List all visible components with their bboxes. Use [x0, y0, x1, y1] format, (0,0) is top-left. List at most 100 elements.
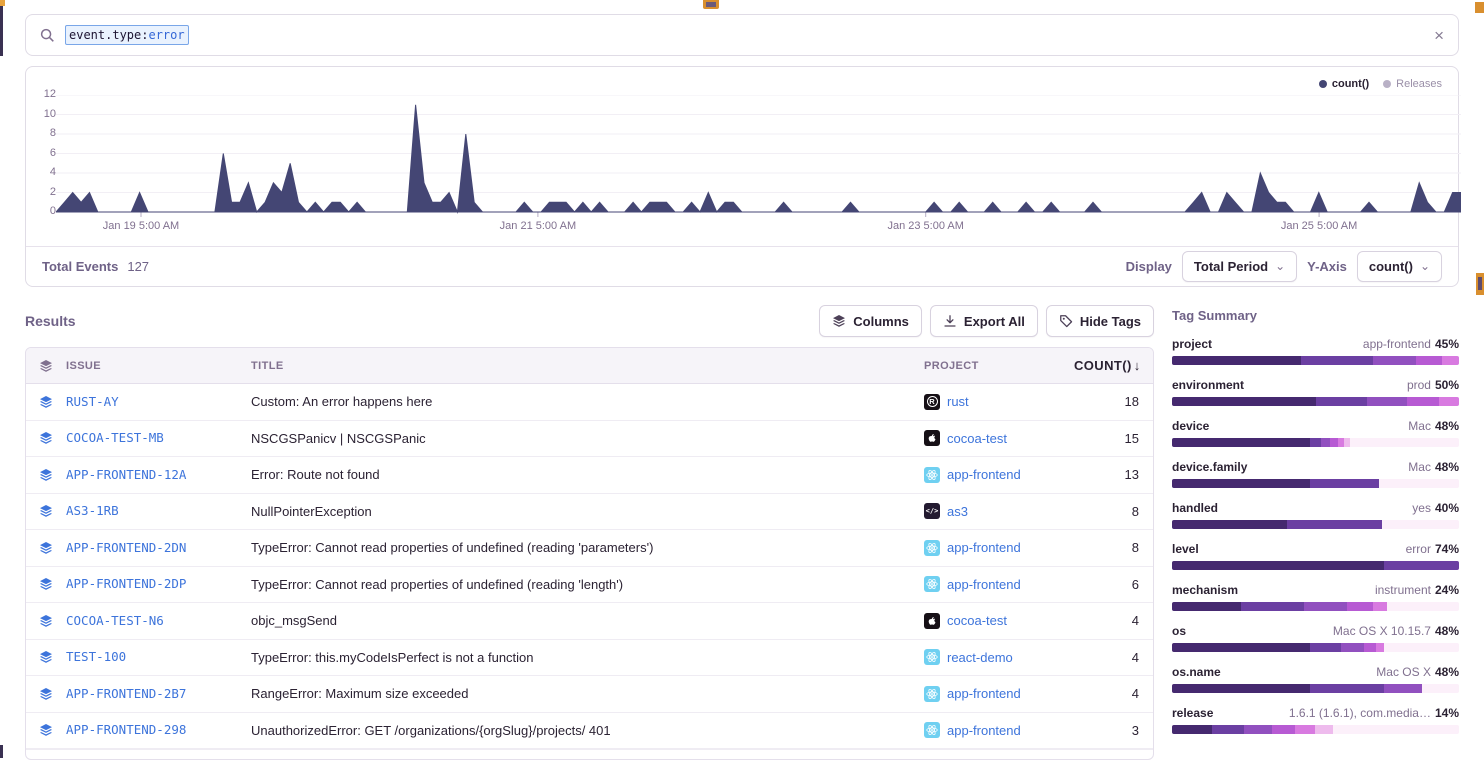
- tag-bar-segment[interactable]: [1315, 725, 1332, 734]
- tag-bar-segment[interactable]: [1373, 602, 1387, 611]
- legend-item-count[interactable]: count(): [1319, 78, 1369, 90]
- tag-bar-segment[interactable]: [1384, 561, 1459, 570]
- issue-link[interactable]: COCOA-TEST-MB: [66, 430, 164, 445]
- tag-bar-segment[interactable]: [1172, 438, 1310, 447]
- tag-bar-segment[interactable]: [1384, 684, 1421, 693]
- tag-bar-segment[interactable]: [1376, 643, 1385, 652]
- project-link[interactable]: app-frontend: [947, 467, 1021, 482]
- tag-bar-segment[interactable]: [1295, 725, 1315, 734]
- project-link[interactable]: app-frontend: [947, 686, 1021, 701]
- tag-distribution-bar[interactable]: [1172, 684, 1459, 693]
- column-header-issue[interactable]: ISSUE: [66, 360, 251, 372]
- project-link[interactable]: as3: [947, 504, 968, 519]
- tag-bar-segment[interactable]: [1172, 602, 1241, 611]
- stack-icon[interactable]: [26, 468, 66, 482]
- columns-button[interactable]: Columns: [819, 305, 922, 337]
- issue-link[interactable]: RUST-AY: [66, 394, 119, 409]
- stack-icon[interactable]: [26, 577, 66, 591]
- tag-bar-segment[interactable]: [1310, 643, 1342, 652]
- stack-icon[interactable]: [26, 614, 66, 628]
- tag-bar-segment[interactable]: [1172, 725, 1212, 734]
- tag-distribution-bar[interactable]: [1172, 643, 1459, 652]
- project-link[interactable]: rust: [947, 394, 969, 409]
- column-header-count[interactable]: COUNT()↓: [1074, 358, 1153, 373]
- tag-distribution-bar[interactable]: [1172, 520, 1459, 529]
- tag-bar-segment[interactable]: [1341, 643, 1364, 652]
- tag-bar-segment[interactable]: [1407, 397, 1439, 406]
- tag-distribution-bar[interactable]: [1172, 356, 1459, 365]
- tag-bar-segment[interactable]: [1212, 725, 1244, 734]
- tag-bar-segment[interactable]: [1172, 356, 1301, 365]
- tag-bar-segment[interactable]: [1304, 602, 1347, 611]
- tag-distribution-bar[interactable]: [1172, 479, 1459, 488]
- project-link[interactable]: app-frontend: [947, 577, 1021, 592]
- column-header-project[interactable]: PROJECT: [924, 360, 1074, 372]
- hide-tags-button[interactable]: Hide Tags: [1046, 305, 1154, 337]
- issue-link[interactable]: APP-FRONTEND-2DN: [66, 540, 186, 555]
- tag-bar-segment[interactable]: [1172, 520, 1287, 529]
- stack-icon[interactable]: [26, 431, 66, 445]
- stack-icon[interactable]: [26, 687, 66, 701]
- tag-bar-segment[interactable]: [1310, 684, 1385, 693]
- tag-bar-segment[interactable]: [1364, 643, 1375, 652]
- chart-legend[interactable]: count() Releases: [1319, 78, 1442, 90]
- tag-bar-segment[interactable]: [1241, 602, 1304, 611]
- project-link[interactable]: app-frontend: [947, 723, 1021, 738]
- tag-bar-other-segment[interactable]: [1384, 643, 1459, 652]
- project-link[interactable]: cocoa-test: [947, 613, 1007, 628]
- tag-bar-other-segment[interactable]: [1382, 520, 1459, 529]
- tag-bar-segment[interactable]: [1442, 356, 1459, 365]
- column-header-title[interactable]: TITLE: [251, 360, 924, 372]
- events-area-chart[interactable]: [56, 95, 1461, 217]
- stack-icon[interactable]: [26, 723, 66, 737]
- project-link[interactable]: cocoa-test: [947, 431, 1007, 446]
- tag-bar-segment[interactable]: [1172, 684, 1310, 693]
- tag-bar-segment[interactable]: [1272, 725, 1295, 734]
- legend-item-releases[interactable]: Releases: [1383, 78, 1442, 90]
- issue-link[interactable]: TEST-100: [66, 649, 126, 664]
- tag-bar-segment[interactable]: [1172, 479, 1310, 488]
- issue-link[interactable]: APP-FRONTEND-298: [66, 722, 186, 737]
- close-icon[interactable]: ×: [1434, 27, 1444, 44]
- tag-distribution-bar[interactable]: [1172, 602, 1459, 611]
- issue-link[interactable]: AS3-1RB: [66, 503, 119, 518]
- issue-link[interactable]: APP-FRONTEND-12A: [66, 467, 186, 482]
- tag-distribution-bar[interactable]: [1172, 438, 1459, 447]
- stack-icon[interactable]: [26, 504, 66, 518]
- issue-link[interactable]: APP-FRONTEND-2B7: [66, 686, 186, 701]
- tag-bar-segment[interactable]: [1310, 438, 1321, 447]
- stack-icon[interactable]: [26, 650, 66, 664]
- display-dropdown[interactable]: Total Period ⌄: [1182, 251, 1297, 282]
- stack-icon[interactable]: [26, 395, 66, 409]
- tag-bar-segment[interactable]: [1321, 438, 1330, 447]
- tag-bar-segment[interactable]: [1310, 479, 1379, 488]
- tag-bar-segment[interactable]: [1316, 397, 1368, 406]
- tag-bar-segment[interactable]: [1416, 356, 1442, 365]
- tag-bar-segment[interactable]: [1347, 602, 1373, 611]
- tag-bar-segment[interactable]: [1172, 643, 1310, 652]
- tag-distribution-bar[interactable]: [1172, 397, 1459, 406]
- tag-bar-other-segment[interactable]: [1379, 479, 1459, 488]
- tag-bar-segment[interactable]: [1330, 438, 1339, 447]
- tag-bar-other-segment[interactable]: [1387, 602, 1459, 611]
- tag-bar-segment[interactable]: [1373, 356, 1416, 365]
- project-link[interactable]: react-demo: [947, 650, 1013, 665]
- tag-bar-segment[interactable]: [1301, 356, 1373, 365]
- tag-bar-segment[interactable]: [1367, 397, 1407, 406]
- search-bar[interactable]: event.type:error ×: [25, 14, 1459, 56]
- search-query-token[interactable]: event.type:error: [65, 25, 189, 45]
- tag-bar-segment[interactable]: [1439, 397, 1459, 406]
- y-axis-dropdown[interactable]: count() ⌄: [1357, 251, 1442, 282]
- tag-bar-other-segment[interactable]: [1422, 684, 1459, 693]
- stack-icon[interactable]: [26, 541, 66, 555]
- tag-distribution-bar[interactable]: [1172, 725, 1459, 734]
- export-all-button[interactable]: Export All: [930, 305, 1038, 337]
- issue-link[interactable]: APP-FRONTEND-2DP: [66, 576, 186, 591]
- tag-bar-other-segment[interactable]: [1333, 725, 1459, 734]
- project-link[interactable]: app-frontend: [947, 540, 1021, 555]
- tag-bar-other-segment[interactable]: [1350, 438, 1459, 447]
- tag-bar-segment[interactable]: [1172, 397, 1316, 406]
- tag-distribution-bar[interactable]: [1172, 561, 1459, 570]
- tag-bar-segment[interactable]: [1287, 520, 1382, 529]
- tag-bar-segment[interactable]: [1244, 725, 1273, 734]
